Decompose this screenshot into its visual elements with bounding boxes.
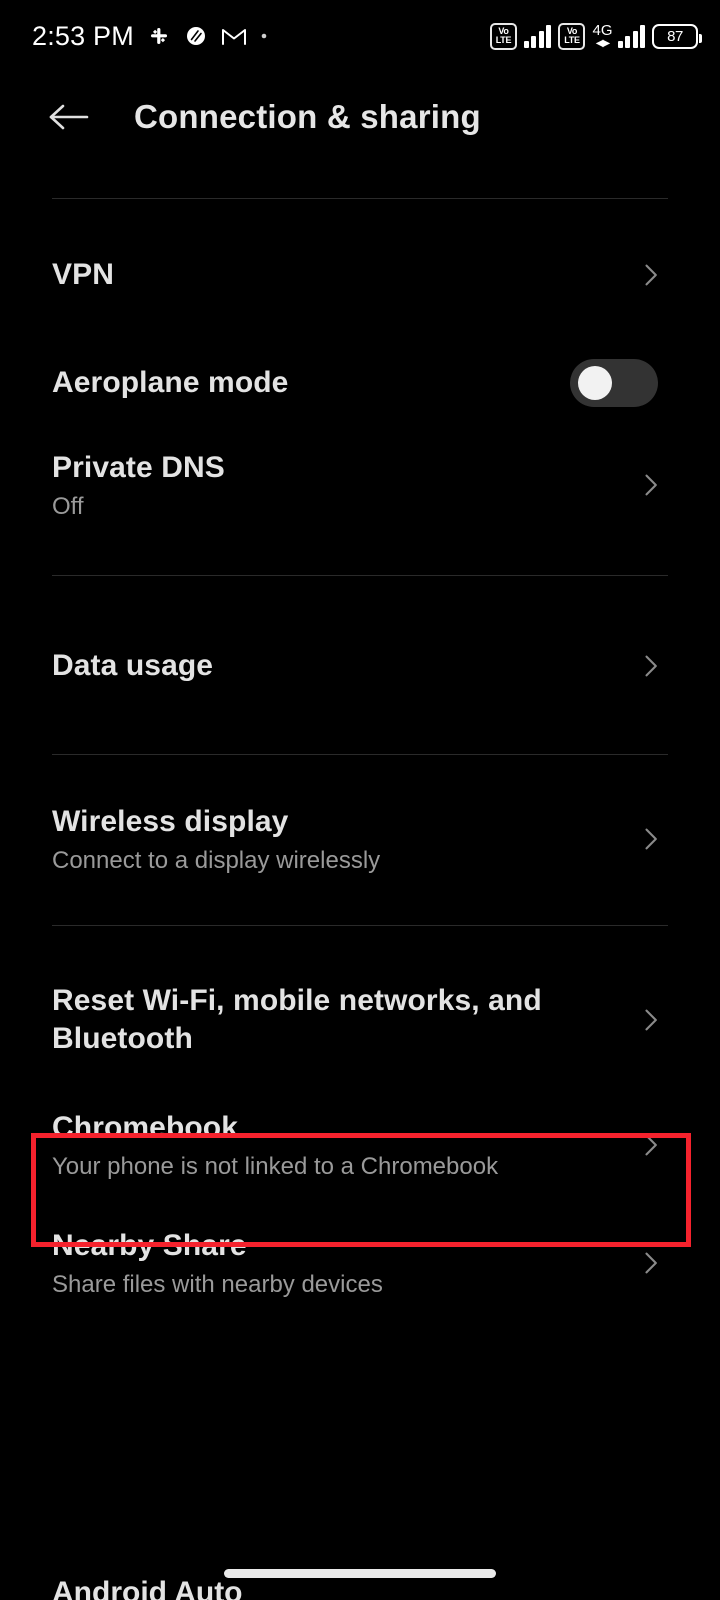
list-item-nearby-share[interactable]: Nearby Share Share files with nearby dev… xyxy=(0,1217,720,1309)
chevron-right-icon xyxy=(645,474,657,496)
chevron-right-icon xyxy=(645,264,657,286)
page-title: Connection & sharing xyxy=(134,98,481,135)
signal-bars-sim1 xyxy=(523,24,552,48)
list-item-texts: Data usage xyxy=(52,647,213,685)
home-indicator[interactable] xyxy=(224,1569,496,1578)
list-item-title: VPN xyxy=(52,258,114,292)
list-item-texts: Private DNS Off xyxy=(52,449,225,522)
app-bar: Connection & sharing xyxy=(0,78,720,156)
dot-icon xyxy=(260,32,268,40)
network-type-icon: 4G ◀▶ xyxy=(592,23,612,49)
list-item-vpn[interactable]: VPN xyxy=(0,229,720,321)
list-item-texts: Wireless display Connect to a display wi… xyxy=(52,803,380,876)
list-item-wireless-display[interactable]: Wireless display Connect to a display wi… xyxy=(0,793,720,885)
list-item-title: Aeroplane mode xyxy=(52,366,289,400)
list-item-texts: Chromebook Your phone is not linked to a… xyxy=(52,1109,498,1182)
list-item-aeroplane-mode[interactable]: Aeroplane mode xyxy=(0,337,720,429)
aeroplane-mode-toggle[interactable] xyxy=(570,359,658,407)
list-item-reset-network[interactable]: Reset Wi-Fi, mobile networks, and Blueto… xyxy=(0,963,720,1077)
status-bar-right: Vo LTE Vo LTE 4G ◀▶ 87 xyxy=(489,22,702,50)
list-item-texts: VPN xyxy=(52,256,114,294)
volte-label-bottom-2: LTE xyxy=(564,35,580,45)
chevron-right-icon xyxy=(645,1134,657,1156)
status-bar: 2:53 PM Vo LTE Vo LTE 4G ◀▶ 87 xyxy=(0,0,720,72)
list-item-private-dns[interactable]: Private DNS Off xyxy=(0,439,720,531)
battery-icon: 87 xyxy=(652,23,702,49)
list-item-title: Wireless display xyxy=(52,804,289,838)
list-item-chromebook[interactable]: Chromebook Your phone is not linked to a… xyxy=(0,1099,720,1191)
list-item-texts: Reset Wi-Fi, mobile networks, and Blueto… xyxy=(52,982,562,1058)
chevron-right-icon xyxy=(645,828,657,850)
list-item-texts: Nearby Share Share files with nearby dev… xyxy=(52,1227,383,1300)
slack-icon xyxy=(147,24,171,48)
list-item-title: Android Auto xyxy=(52,1578,243,1600)
data-arrows-icon: ◀▶ xyxy=(595,38,610,49)
network-type-label: 4G xyxy=(592,22,613,39)
back-arrow-icon xyxy=(49,104,89,130)
chevron-right-icon xyxy=(645,655,657,677)
app-icon xyxy=(184,24,208,48)
gmail-icon xyxy=(221,25,247,47)
volte-icon-sim1: Vo LTE xyxy=(489,22,517,50)
status-bar-left: 2:53 PM xyxy=(32,21,268,52)
list-item-data-usage[interactable]: Data usage xyxy=(0,620,720,712)
list-item-subtitle: Share files with nearby devices xyxy=(52,1270,383,1298)
list-item-android-auto[interactable]: Android Auto xyxy=(0,1578,720,1600)
list-item-title: Data usage xyxy=(52,649,214,683)
list-item-subtitle: Your phone is not linked to a Chromebook xyxy=(52,1152,499,1180)
list-item-subtitle: Connect to a display wirelessly xyxy=(52,846,381,874)
toggle-knob xyxy=(578,366,612,400)
volte-label-bottom: LTE xyxy=(495,35,512,45)
chevron-right-icon xyxy=(645,1252,657,1274)
volte-icon-sim2: Vo LTE xyxy=(558,22,586,50)
list-item-texts: Aeroplane mode xyxy=(52,364,288,402)
list-item-title: Reset Wi-Fi, mobile networks, and Blueto… xyxy=(52,984,542,1055)
list-item-title: Private DNS xyxy=(52,450,225,484)
list-item-title: Nearby Share xyxy=(52,1228,247,1262)
battery-percent-label: 87 xyxy=(667,27,683,45)
list-item-subtitle: Off xyxy=(52,492,84,520)
signal-bars-sim2 xyxy=(617,24,645,48)
status-bar-clock: 2:53 PM xyxy=(32,20,134,51)
phone-screen: 2:53 PM Vo LTE Vo LTE 4G ◀▶ 87 Connectio… xyxy=(0,0,720,1600)
chevron-right-icon xyxy=(645,1009,657,1031)
settings-list: VPN Aeroplane mode Private DNS Off Data … xyxy=(0,156,720,1309)
list-item-title: Chromebook xyxy=(52,1110,239,1144)
back-button[interactable] xyxy=(38,86,100,148)
